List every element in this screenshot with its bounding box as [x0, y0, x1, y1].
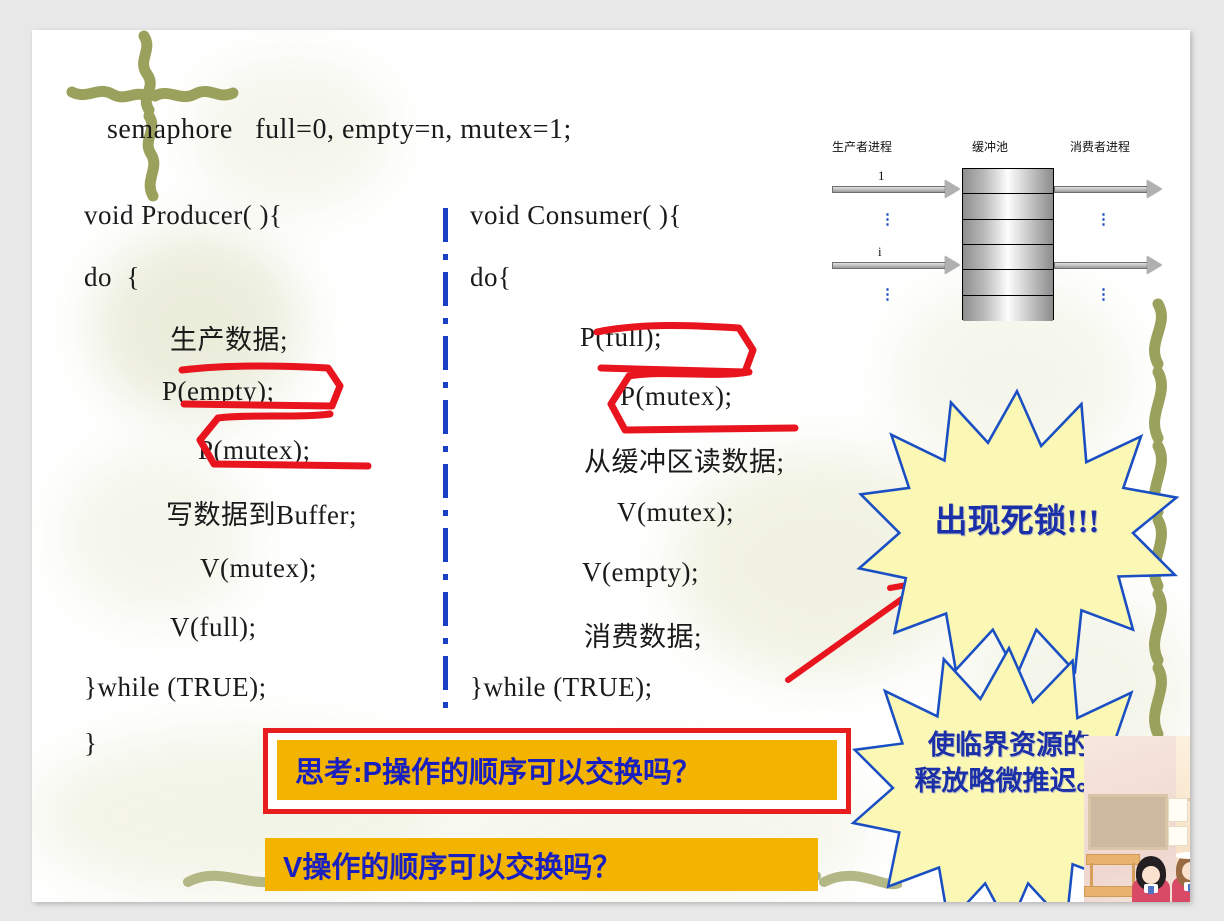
wall-poster	[1168, 826, 1188, 846]
divider-dash	[443, 400, 448, 434]
divider-dot	[443, 638, 448, 644]
diagram-index-first: 1	[878, 168, 885, 183]
code-line: V(mutex);	[617, 497, 734, 527]
wall-poster	[1168, 798, 1188, 822]
buffer-pool-box	[962, 168, 1054, 321]
consumer-arrow-i	[1054, 256, 1162, 274]
producer-arrow-i	[832, 256, 960, 274]
diagram-dots: ⋮	[880, 287, 895, 303]
code-line: 生产数据;	[170, 325, 289, 355]
semaphore-declaration: semaphore full=0, empty=n, mutex=1;	[107, 114, 572, 145]
diagram-dots: ⋮	[1096, 212, 1111, 228]
student-face-left	[1142, 866, 1160, 884]
producer-arrow-1	[832, 180, 960, 198]
divider-dash	[443, 208, 448, 242]
classroom-illustration	[1084, 736, 1190, 902]
slide-canvas: semaphore full=0, empty=n, mutex=1; void…	[32, 30, 1190, 902]
code-line: P(empty);	[162, 376, 275, 406]
code-line: }while (TRUE);	[470, 672, 653, 702]
divider-dash	[443, 656, 448, 690]
burst-deadlock-line: 出现死锁!!!	[934, 504, 1100, 540]
p-order-question-banner[interactable]: 思考:P操作的顺序可以交换吗？	[277, 740, 837, 800]
divider-dash	[443, 464, 448, 498]
buffer-cell	[963, 169, 1053, 195]
buffer-cell	[963, 244, 1053, 271]
diagram-label-producer: 生产者进程	[832, 140, 893, 154]
divider-dash	[443, 528, 448, 562]
code-line: 从缓冲区读数据;	[584, 447, 785, 477]
code-line: V(full);	[170, 612, 257, 642]
v-order-question-banner[interactable]: V操作的顺序可以交换吗？	[265, 838, 818, 891]
diagram-label-consumer: 消费者进程	[1070, 140, 1131, 154]
divider-dot	[443, 702, 448, 708]
consumer-arrow-1	[1054, 180, 1162, 198]
divider-dot	[443, 574, 448, 580]
column-divider	[443, 208, 448, 713]
divider-dot	[443, 510, 448, 516]
diagram-index-middle: i	[878, 244, 882, 259]
code-line: P(mutex);	[198, 435, 311, 465]
divider-dot	[443, 446, 448, 452]
buffer-cell	[963, 219, 1053, 245]
student-headband	[1176, 852, 1190, 859]
classroom-blackboard	[1088, 794, 1168, 850]
student-tie-left	[1148, 886, 1154, 894]
divider-dot	[443, 382, 448, 388]
code-line: void Producer( ){	[84, 200, 283, 230]
divider-dot	[443, 254, 448, 260]
code-line: void Consumer( ){	[470, 200, 682, 230]
divider-dash	[443, 272, 448, 306]
code-line: 消费数据;	[584, 622, 703, 652]
student-tie-right	[1188, 884, 1190, 892]
producer-consumer-diagram: 生产者进程 缓冲池 消费者进程 1 i ⋮ ⋮ ⋮ ⋮	[822, 138, 1162, 338]
diagram-label-buffer: 缓冲池	[972, 140, 1009, 154]
buffer-cell	[963, 295, 1053, 321]
code-line: 写数据到Buffer;	[166, 500, 357, 530]
code-line: P(mutex);	[620, 381, 733, 411]
code-line: }	[84, 728, 98, 758]
burst-deadlock: 出现死锁!!!	[852, 388, 1182, 678]
code-line: do{	[470, 262, 512, 292]
code-line: do {	[84, 262, 140, 292]
bg-blob	[62, 450, 252, 620]
diagram-dots: ⋮	[1096, 287, 1111, 303]
code-line: }while (TRUE);	[84, 672, 267, 702]
divider-dot	[443, 318, 448, 324]
code-line: P(full);	[580, 322, 662, 352]
code-line: V(mutex);	[200, 553, 317, 583]
screenshot-root: semaphore full=0, empty=n, mutex=1; void…	[0, 0, 1224, 921]
divider-dash	[443, 336, 448, 370]
buffer-cell	[963, 270, 1053, 296]
divider-dash	[443, 592, 448, 626]
buffer-cell	[963, 194, 1053, 220]
code-line: V(empty);	[582, 557, 699, 587]
diagram-dots: ⋮	[880, 212, 895, 228]
